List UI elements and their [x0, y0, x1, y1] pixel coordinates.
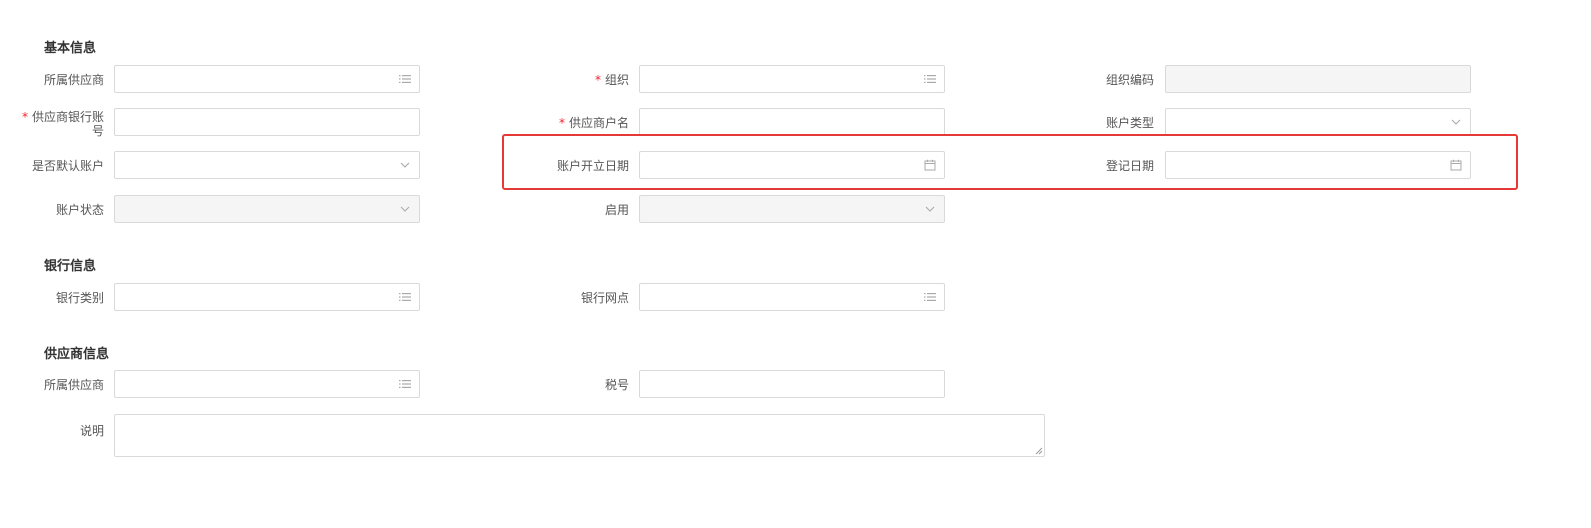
label-bank-account-line2: 号: [91, 124, 104, 138]
label-description: 说明: [79, 424, 104, 438]
section-title-basic: 基本信息: [44, 41, 97, 56]
section-title-supplier: 供应商信息: [44, 347, 110, 362]
chevron-down-icon: [924, 203, 936, 215]
label-bank-account-line1: 供应商银行账: [31, 110, 104, 124]
highlight-annotation-box: [502, 134, 1518, 190]
label-bank-category: 银行类别: [55, 291, 104, 305]
list-icon[interactable]: [399, 73, 411, 85]
account-status-select: [114, 195, 420, 223]
org-select[interactable]: [639, 65, 945, 93]
label-bank-branch: 银行网点: [580, 291, 629, 305]
label-org-code: 组织编码: [1105, 73, 1154, 87]
is-default-select[interactable]: [114, 151, 420, 179]
account-type-select[interactable]: [1165, 108, 1471, 136]
label-enabled: 启用: [604, 203, 629, 217]
tax-no-input[interactable]: [639, 370, 945, 398]
resize-handle[interactable]: [1035, 447, 1043, 455]
label-supplier: 所属供应商: [43, 73, 104, 87]
required-mark: *: [594, 73, 601, 87]
label-account-type: 账户类型: [1105, 116, 1154, 130]
required-mark: *: [558, 116, 565, 130]
label-bank-account: * 供应商银行账 号: [0, 110, 104, 138]
label-account-name-text: 供应商户名: [568, 116, 629, 130]
section-title-bank: 银行信息: [44, 259, 97, 274]
label-account-status: 账户状态: [55, 203, 104, 217]
org-code-field: [1165, 65, 1471, 93]
list-icon[interactable]: [399, 291, 411, 303]
bank-category-select[interactable]: [114, 283, 420, 311]
list-icon[interactable]: [399, 378, 411, 390]
label-org-text: 组织: [604, 73, 629, 87]
label-account-name: * 供应商户名: [525, 116, 629, 130]
chevron-down-icon[interactable]: [399, 159, 411, 171]
list-icon[interactable]: [924, 291, 936, 303]
bank-branch-select[interactable]: [639, 283, 945, 311]
bank-account-input[interactable]: [114, 108, 420, 136]
label-supplier-2: 所属供应商: [43, 378, 104, 392]
label-org: * 组织: [525, 73, 629, 87]
description-textarea[interactable]: [114, 414, 1045, 457]
list-icon[interactable]: [924, 73, 936, 85]
account-name-input[interactable]: [639, 108, 945, 136]
chevron-down-icon: [399, 203, 411, 215]
label-tax-no: 税号: [604, 378, 629, 392]
chevron-down-icon[interactable]: [1450, 116, 1462, 128]
supplier-select-2[interactable]: [114, 370, 420, 398]
supplier-select[interactable]: [114, 65, 420, 93]
required-mark: *: [21, 110, 28, 124]
label-is-default: 是否默认账户: [31, 159, 104, 173]
enabled-select: [639, 195, 945, 223]
